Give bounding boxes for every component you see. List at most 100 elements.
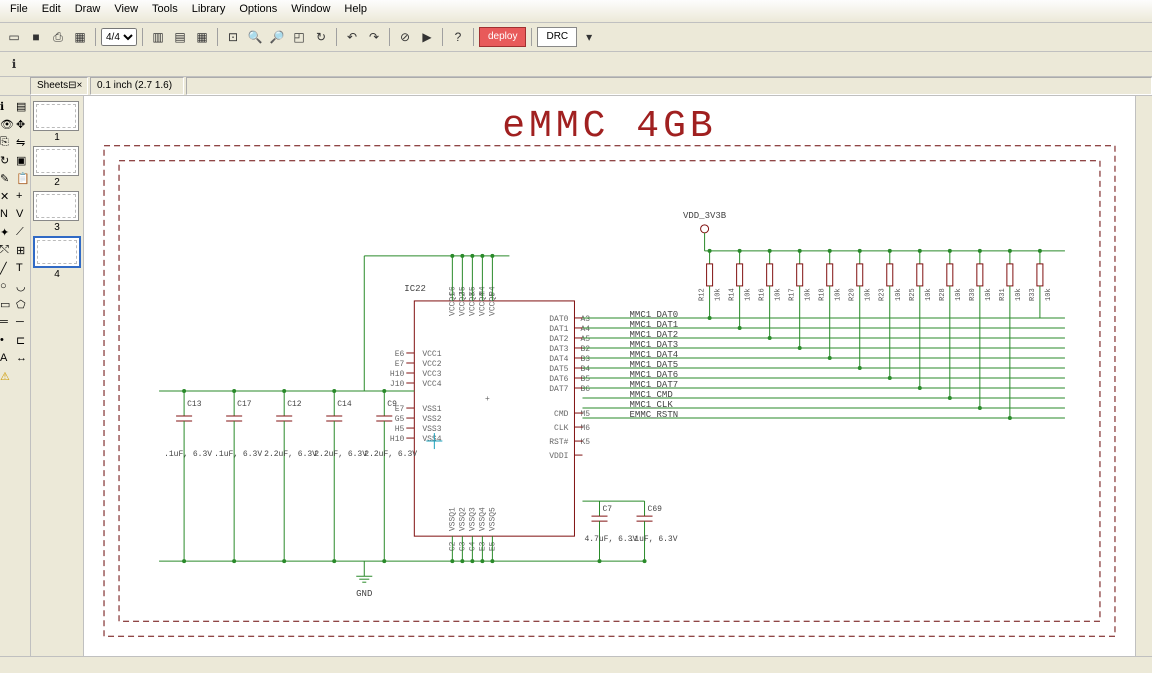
mode-drc-button[interactable]: DRC <box>537 27 577 47</box>
undo-icon[interactable]: ↶ <box>342 27 362 47</box>
scrollbar-horizontal[interactable] <box>0 656 1152 673</box>
board-icon[interactable]: ▦ <box>70 27 90 47</box>
zoomin-icon[interactable]: 🔍 <box>245 27 265 47</box>
status-bar: Sheets ⊟ × 0.1 inch (2.7 1.6) <box>0 77 1152 96</box>
grid3-icon[interactable]: ▦ <box>192 27 212 47</box>
sheet-thumb-4[interactable] <box>33 236 81 268</box>
menu-edit[interactable]: Edit <box>36 2 67 20</box>
menu-options[interactable]: Options <box>233 2 283 20</box>
schematic-canvas[interactable]: eMMC 4GB IC22 + VCCQ1VCCQ2VCCQ3VCCQ4VCCQ… <box>84 96 1135 656</box>
text-tool-icon[interactable]: T <box>16 262 30 276</box>
svg-text:E7: E7 <box>395 360 405 369</box>
zoomfit-icon[interactable]: ⊡ <box>223 27 243 47</box>
sheets-close-icon[interactable]: × <box>77 79 83 93</box>
rect-tool-icon[interactable]: ▭ <box>0 298 14 312</box>
sheet-thumb-2[interactable] <box>33 146 79 176</box>
menu-help[interactable]: Help <box>338 2 373 20</box>
menu-view[interactable]: View <box>108 2 144 20</box>
svg-text:C4: C4 <box>468 541 477 551</box>
svg-text:2.2uF, 6.3V: 2.2uF, 6.3V <box>264 450 317 459</box>
label-tool-icon[interactable]: ⊏ <box>16 334 30 348</box>
svg-text:DAT0: DAT0 <box>549 315 568 324</box>
grid2-icon[interactable]: ▤ <box>170 27 190 47</box>
svg-text:C6: C6 <box>448 286 457 296</box>
svg-text:DAT4: DAT4 <box>549 355 568 364</box>
erc-tool-icon[interactable]: ⚠ <box>0 370 14 384</box>
copy-tool-icon[interactable]: ⎘ <box>0 136 14 150</box>
change-tool-icon[interactable]: ✎ <box>0 172 14 186</box>
svg-text:B5: B5 <box>580 375 590 384</box>
group-tool-icon[interactable]: ▣ <box>16 154 30 168</box>
svg-text:.1uF, 6.3V: .1uF, 6.3V <box>630 535 678 544</box>
svg-text:2.2uF, 6.3V: 2.2uF, 6.3V <box>314 450 367 459</box>
poly-tool-icon[interactable]: ⬠ <box>16 298 30 312</box>
sheets-pin-icon[interactable]: ⊟ <box>68 79 76 93</box>
paste-tool-icon[interactable]: 📋 <box>16 172 30 186</box>
info-tool-icon[interactable]: ℹ <box>0 100 14 114</box>
mirror-tool-icon[interactable]: ⇋ <box>16 136 30 150</box>
smash-tool-icon[interactable]: ✦ <box>0 226 14 240</box>
invoke-tool-icon[interactable]: ⊞ <box>16 244 30 258</box>
junction-tool-icon[interactable]: • <box>0 334 14 348</box>
delete-tool-icon[interactable]: ✕ <box>0 190 14 204</box>
mode-deploy-button[interactable]: deploy <box>479 27 526 47</box>
svg-text:DAT6: DAT6 <box>549 375 568 384</box>
info-icon[interactable]: ℹ <box>4 54 24 74</box>
svg-text:P4: P4 <box>488 286 497 296</box>
split-tool-icon[interactable]: ⤲ <box>0 244 14 258</box>
dim-tool-icon[interactable]: ↔ <box>16 352 30 366</box>
print-icon[interactable]: ⎙ <box>48 27 68 47</box>
vdd-net: VDD_3V3B <box>683 211 1065 251</box>
svg-text:R14: R14 <box>729 288 737 301</box>
sheet-thumb-3[interactable] <box>33 191 79 221</box>
wire-tool-icon[interactable]: ╱ <box>0 262 14 276</box>
add-tool-icon[interactable]: + <box>16 190 30 204</box>
svg-text:C9: C9 <box>387 400 397 409</box>
svg-text:MMC1_DAT7: MMC1_DAT7 <box>630 380 679 390</box>
svg-text:C3: C3 <box>458 541 467 551</box>
move-tool-icon[interactable]: ✥ <box>16 118 30 132</box>
rotate-tool-icon[interactable]: ↻ <box>0 154 14 168</box>
value-tool-icon[interactable]: V <box>16 208 30 222</box>
attr-tool-icon[interactable]: A <box>0 352 14 366</box>
eye-tool-icon[interactable]: 👁 <box>0 118 14 132</box>
go-icon[interactable]: ▶ <box>417 27 437 47</box>
zoomout-icon[interactable]: 🔎 <box>267 27 287 47</box>
arc-tool-icon[interactable]: ◡ <box>16 280 30 294</box>
menu-window[interactable]: Window <box>285 2 336 20</box>
name-tool-icon[interactable]: N <box>0 208 14 222</box>
svg-text:10k: 10k <box>985 288 993 301</box>
svg-text:E3: E3 <box>478 541 487 551</box>
svg-text:EMMC_RSTN: EMMC_RSTN <box>630 410 679 420</box>
help-icon[interactable]: ? <box>448 27 468 47</box>
stop-icon[interactable]: ⊘ <box>395 27 415 47</box>
zoomsel-icon[interactable]: ◰ <box>289 27 309 47</box>
scrollbar-vertical[interactable] <box>1135 96 1152 656</box>
miter-tool-icon[interactable]: ⟋ <box>16 226 30 240</box>
menu-library[interactable]: Library <box>186 2 232 20</box>
svg-text:10k: 10k <box>1015 288 1023 301</box>
svg-text:10k: 10k <box>865 288 873 301</box>
svg-text:A5: A5 <box>580 335 590 344</box>
sheet-thumb-1[interactable] <box>33 101 79 131</box>
circle-tool-icon[interactable]: ○ <box>0 280 14 294</box>
net-tool-icon[interactable]: ─ <box>16 316 30 330</box>
grid1-icon[interactable]: ▥ <box>148 27 168 47</box>
mode-dropdown-icon[interactable]: ▾ <box>579 27 599 47</box>
menu-tools[interactable]: Tools <box>146 2 184 20</box>
redo-icon[interactable]: ↷ <box>364 27 384 47</box>
zoom-select[interactable]: 4/4 <box>101 28 137 46</box>
menu-file[interactable]: File <box>4 2 34 20</box>
redraw-icon[interactable]: ↻ <box>311 27 331 47</box>
layer-tool-icon[interactable]: ▤ <box>16 100 30 114</box>
svg-text:R30: R30 <box>969 288 977 301</box>
svg-text:VSS2: VSS2 <box>422 415 441 424</box>
bus-tool-icon[interactable]: ═ <box>0 316 14 330</box>
open-icon[interactable]: ▭ <box>4 27 24 47</box>
svg-text:MMC1_DAT2: MMC1_DAT2 <box>630 330 679 340</box>
menu-draw[interactable]: Draw <box>69 2 107 20</box>
svg-text:J10: J10 <box>390 380 405 389</box>
svg-text:CLK: CLK <box>554 424 569 433</box>
save-icon[interactable]: ■ <box>26 27 46 47</box>
svg-text:DAT3: DAT3 <box>549 345 568 354</box>
